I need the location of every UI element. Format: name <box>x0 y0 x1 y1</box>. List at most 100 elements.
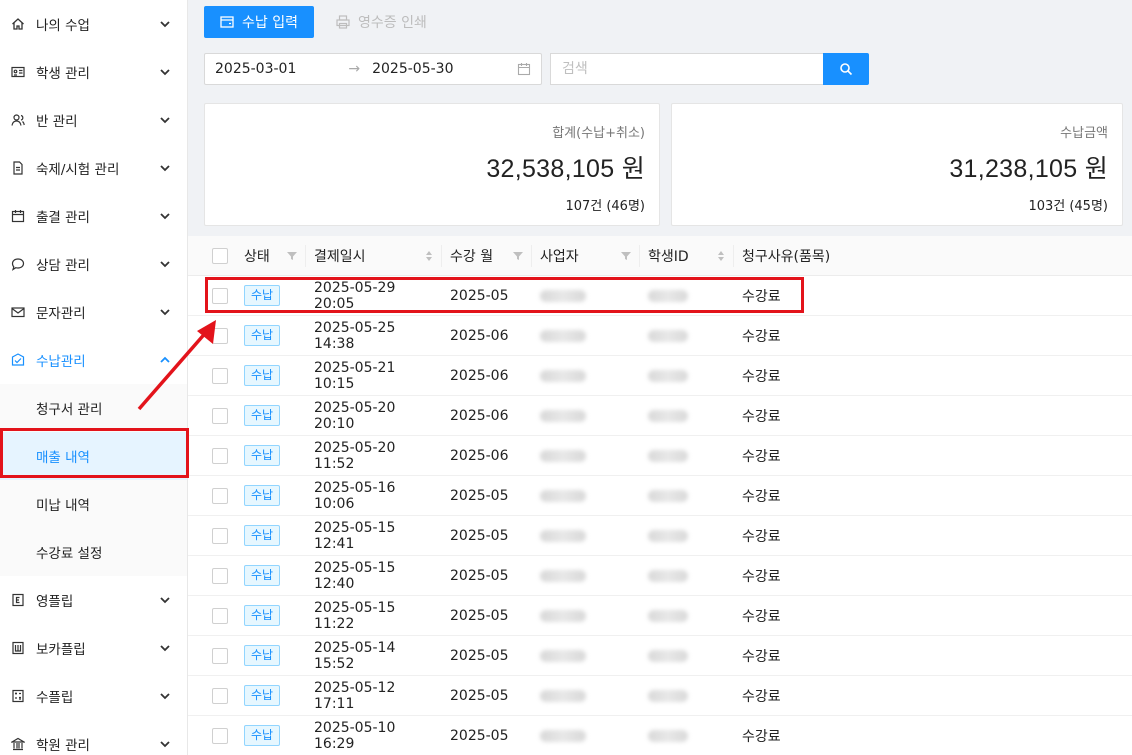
tuition-month: 2025-05 <box>450 647 509 664</box>
table-row[interactable]: 수납 2025-05-10 16:29 2025-05 수강료 <box>188 716 1132 755</box>
chevron-up-icon <box>160 356 170 363</box>
sidebar-item-youngflip[interactable]: 영플립 <box>0 576 187 624</box>
sidebar-subitem-sales-history[interactable]: 매출 내역 <box>0 432 187 480</box>
sidebar-item-label: 출결 관리 <box>36 210 90 226</box>
date-to[interactable]: 2025-05-30 <box>372 61 453 77</box>
tuition-month: 2025-05 <box>450 487 509 504</box>
billing-reason: 수강료 <box>742 568 781 585</box>
col-header-month: 수강 월 <box>450 248 494 265</box>
business-redacted <box>540 329 586 342</box>
payment-datetime: 2025-05-16 10:06 <box>314 479 396 512</box>
chevron-down-icon <box>160 117 170 124</box>
status-badge: 수납 <box>244 565 281 586</box>
summary-total-title: 합계(수납+취소) <box>552 126 645 141</box>
sort-icon[interactable] <box>717 250 725 262</box>
row-checkbox[interactable] <box>212 487 228 504</box>
row-checkbox[interactable] <box>212 687 228 704</box>
student-id-redacted <box>648 369 688 382</box>
row-checkbox[interactable] <box>212 607 228 624</box>
row-checkbox[interactable] <box>212 447 228 464</box>
sidebar-item-label: 영플립 <box>36 594 74 610</box>
print-receipt-button[interactable]: 영수증 인쇄 <box>324 6 439 38</box>
summary-paid-title: 수납금액 <box>1060 126 1108 141</box>
sidebar-item-vocaflip[interactable]: 보카플립 <box>0 624 187 672</box>
table-row[interactable]: 수납 2025-05-20 20:10 2025-06 수강료 <box>188 396 1132 436</box>
select-all-checkbox[interactable] <box>212 247 228 264</box>
sidebar-item-sms[interactable]: 문자관리 <box>0 288 187 336</box>
row-checkbox[interactable] <box>212 407 228 424</box>
tuition-month: 2025-05 <box>450 567 509 584</box>
sidebar-item-label: 숙제/시험 관리 <box>36 162 120 178</box>
chevron-down-icon <box>160 165 170 172</box>
sidebar-item-classes[interactable]: 반 관리 <box>0 96 187 144</box>
sidebar-item-academy[interactable]: 학원 관리 <box>0 720 187 755</box>
sidebar-item-label: 학생 관리 <box>36 66 90 82</box>
sidebar-subitem-unpaid[interactable]: 미납 내역 <box>0 480 187 528</box>
billing-reason: 수강료 <box>742 528 781 545</box>
sidebar-item-attendance[interactable]: 출결 관리 <box>0 192 187 240</box>
table-row[interactable]: 수납 2025-05-29 20:05 2025-05 수강료 <box>188 276 1132 316</box>
table-header: 상태 결제일시 수강 월 사업자 학생ID 청구사유(품목) <box>188 236 1132 276</box>
tuition-month: 2025-05 <box>450 527 509 544</box>
payment-datetime: 2025-05-25 14:38 <box>314 319 396 352</box>
student-id-redacted <box>648 409 688 422</box>
payment-datetime: 2025-05-20 11:52 <box>314 439 396 472</box>
payment-input-button[interactable]: 수납 입력 <box>204 6 314 38</box>
student-id-redacted <box>648 529 688 542</box>
sidebar-item-label: 문자관리 <box>36 306 86 322</box>
row-checkbox[interactable] <box>212 287 228 304</box>
table-row[interactable]: 수납 2025-05-14 15:52 2025-05 수강료 <box>188 636 1132 676</box>
sidebar-item-students[interactable]: 학생 관리 <box>0 48 187 96</box>
row-checkbox[interactable] <box>212 727 228 744</box>
sidebar-item-payment[interactable]: 수납관리 <box>0 336 187 384</box>
table-row[interactable]: 수납 2025-05-15 12:41 2025-05 수강료 <box>188 516 1132 556</box>
sidebar-subitem-tuition-settings[interactable]: 수강료 설정 <box>0 528 187 576</box>
status-badge: 수납 <box>244 365 281 386</box>
row-checkbox[interactable] <box>212 367 228 384</box>
sidebar-item-suflip[interactable]: 수플립 <box>0 672 187 720</box>
status-badge: 수납 <box>244 405 281 426</box>
sidebar-item-my-class[interactable]: 나의 수업 <box>0 0 187 48</box>
wallet-icon <box>220 16 234 28</box>
search-button[interactable] <box>823 53 869 85</box>
date-range-picker[interactable]: 2025-03-01 → 2025-05-30 <box>204 53 542 85</box>
payment-submenu: 청구서 관리 매출 내역 미납 내역 수강료 설정 <box>0 384 187 576</box>
filter-icon[interactable] <box>621 251 631 261</box>
row-checkbox[interactable] <box>212 327 228 344</box>
sidebar: 나의 수업 학생 관리 반 관리 숙제/시험 관리 출결 관리 상담 관리 문자… <box>0 0 188 755</box>
payment-datetime: 2025-05-12 17:11 <box>314 679 396 712</box>
tuition-month: 2025-06 <box>450 367 509 384</box>
row-checkbox[interactable] <box>212 527 228 544</box>
payment-datetime: 2025-05-15 12:40 <box>314 559 396 592</box>
sidebar-item-counseling[interactable]: 상담 관리 <box>0 240 187 288</box>
billing-reason: 수강료 <box>742 608 781 625</box>
table-row[interactable]: 수납 2025-05-21 10:15 2025-06 수강료 <box>188 356 1132 396</box>
sidebar-item-label: 상담 관리 <box>36 258 90 274</box>
business-redacted <box>540 649 586 662</box>
search-input[interactable] <box>550 53 823 85</box>
tuition-month: 2025-05 <box>450 607 509 624</box>
date-from[interactable]: 2025-03-01 <box>215 61 296 77</box>
payment-input-label: 수납 입력 <box>242 15 298 31</box>
table-row[interactable]: 수납 2025-05-20 11:52 2025-06 수강료 <box>188 436 1132 476</box>
table-row[interactable]: 수납 2025-05-25 14:38 2025-06 수강료 <box>188 316 1132 356</box>
filter-icon[interactable] <box>287 251 297 261</box>
sidebar-item-label: 수플립 <box>36 690 74 706</box>
arrow-right-icon: → <box>348 61 361 77</box>
sort-icon[interactable] <box>425 250 433 262</box>
table-row[interactable]: 수납 2025-05-15 12:40 2025-05 수강료 <box>188 556 1132 596</box>
filter-icon[interactable] <box>513 251 523 261</box>
chevron-down-icon <box>160 213 170 220</box>
sidebar-item-homework[interactable]: 숙제/시험 관리 <box>0 144 187 192</box>
summary-card-paid: 수납금액 31,238,105 원 103건 (45명) <box>671 103 1123 226</box>
table-row[interactable]: 수납 2025-05-16 10:06 2025-05 수강료 <box>188 476 1132 516</box>
row-checkbox[interactable] <box>212 567 228 584</box>
summary-paid-value: 31,238,105 원 <box>949 155 1108 183</box>
sidebar-subitem-invoices[interactable]: 청구서 관리 <box>0 384 187 432</box>
billing-reason: 수강료 <box>742 448 781 465</box>
row-checkbox[interactable] <box>212 647 228 664</box>
student-id-redacted <box>648 689 688 702</box>
calendar-icon <box>11 209 25 223</box>
table-row[interactable]: 수납 2025-05-15 11:22 2025-05 수강료 <box>188 596 1132 636</box>
table-row[interactable]: 수납 2025-05-12 17:11 2025-05 수강료 <box>188 676 1132 716</box>
